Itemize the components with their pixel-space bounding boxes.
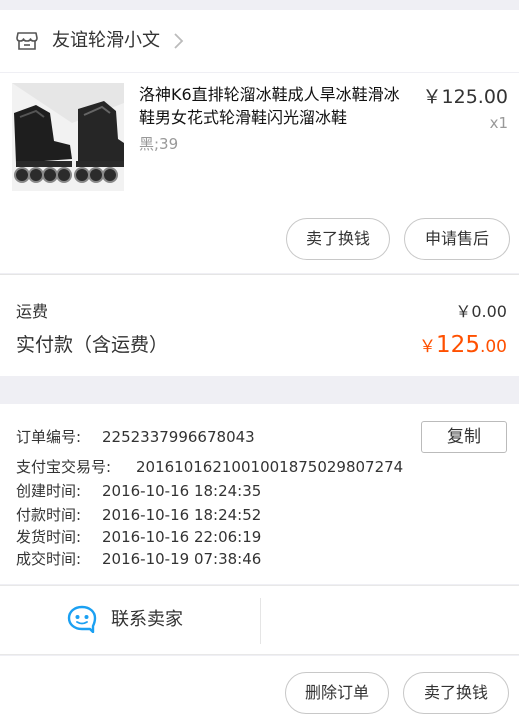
shop-header[interactable]: 友谊轮滑小文 (0, 10, 519, 72)
paid-time-row: 付款时间: 2016-10-16 18:24:52 (16, 504, 261, 526)
total-paid-label: 实付款（含运费） (16, 334, 169, 356)
contact-seller-button[interactable]: 联系卖家 (0, 586, 260, 654)
chat-bubble-icon (67, 605, 97, 633)
product-quantity: x1 (489, 114, 508, 132)
created-time-row: 创建时间: 2016-10-16 18:24:35 (16, 480, 261, 502)
contact-seller-bar: 联系卖家 (0, 585, 519, 655)
order-number-row: 订单编号: 2252337996678043 (16, 426, 255, 448)
completed-time-label: 成交时间: (16, 550, 82, 568)
store-icon (16, 32, 38, 50)
payment-summary: 运费 ￥0.00 实付款（含运费） ￥125.00 (0, 274, 519, 376)
sell-for-cash-bottom-button[interactable]: 卖了换钱 (403, 672, 509, 714)
total-paid-value: ￥125.00 (419, 329, 507, 363)
shipped-time-label: 发货时间: (16, 528, 82, 546)
total-paid-integer: 125 (436, 332, 480, 358)
delete-order-button[interactable]: 删除订单 (285, 672, 389, 714)
order-number-value: 2252337996678043 (102, 428, 255, 446)
product-price: ￥125.00 (422, 86, 508, 108)
request-aftersale-button[interactable]: 申请售后 (404, 218, 510, 260)
shipping-label: 运费 (16, 302, 49, 321)
roller-skates-image (12, 83, 124, 191)
product-title: 洛神K6直排轮溜冰鞋成人旱冰鞋滑冰鞋男女花式轮滑鞋闪光溜冰鞋 (139, 85, 400, 127)
shipped-time-value: 2016-10-16 22:06:19 (102, 528, 262, 546)
product-variant: 黑;39 (139, 135, 179, 153)
divider (260, 598, 261, 644)
roller-skates-illustration (12, 83, 124, 191)
shipping-value: ￥0.00 (455, 302, 507, 321)
alipay-number-row: 支付宝交易号: 2016101621001001875029807274 (16, 456, 403, 478)
paid-time-label: 付款时间: (16, 506, 82, 524)
order-info: 订单编号: 2252337996678043 复制 支付宝交易号: 20161016… (0, 404, 519, 584)
completed-time-row: 成交时间: 2016-10-19 07:38:46 (16, 548, 261, 570)
product-item[interactable]: 洛神K6直排轮溜冰鞋成人旱冰鞋滑冰鞋男女花式轮滑鞋闪光溜冰鞋 黑;39 ￥125… (0, 73, 519, 273)
total-paid-decimal: .00 (479, 337, 507, 357)
created-time-label: 创建时间: (16, 482, 82, 500)
bottom-action-bar: 删除订单 卖了换钱 (0, 656, 519, 728)
alipay-number-label: 支付宝交易号: (16, 458, 112, 476)
sell-for-cash-button[interactable]: 卖了换钱 (286, 218, 390, 260)
shipped-time-row: 发货时间: 2016-10-16 22:06:19 (16, 526, 261, 548)
shop-name: 友谊轮滑小文 (52, 30, 160, 51)
created-time-value: 2016-10-16 18:24:35 (102, 482, 262, 500)
chevron-right-icon (174, 33, 184, 49)
alipay-number-value: 2016101621001001875029807274 (136, 458, 404, 476)
total-paid-currency: ￥ (419, 337, 437, 357)
completed-time-value: 2016-10-19 07:38:46 (102, 550, 262, 568)
copy-button[interactable]: 复制 (421, 421, 507, 453)
paid-time-value: 2016-10-16 18:24:52 (102, 506, 262, 524)
contact-seller-label: 联系卖家 (111, 609, 183, 630)
order-number-label: 订单编号: (16, 428, 82, 446)
